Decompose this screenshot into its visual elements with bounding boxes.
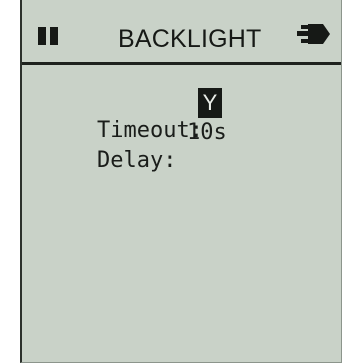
setting-label-delay: Delay:: [96, 148, 177, 173]
pause-icon-bar-left: [38, 27, 46, 45]
plug-icon[interactable]: [297, 23, 331, 45]
setting-row-delay[interactable]: Delay: 10s: [44, 119, 227, 231]
setting-value-delay[interactable]: 10s: [187, 119, 227, 147]
pause-icon[interactable]: [38, 27, 59, 45]
screen-title: BACKLIGHT: [118, 25, 262, 53]
pause-icon-bar-right: [50, 27, 58, 45]
lcd-screen: BACKLIGHT Timeout: Y Delay: 10s: [20, 0, 342, 363]
header-divider: [22, 62, 341, 65]
header-bar: BACKLIGHT: [22, 0, 341, 62]
setting-value-timeout[interactable]: Y: [198, 88, 222, 118]
